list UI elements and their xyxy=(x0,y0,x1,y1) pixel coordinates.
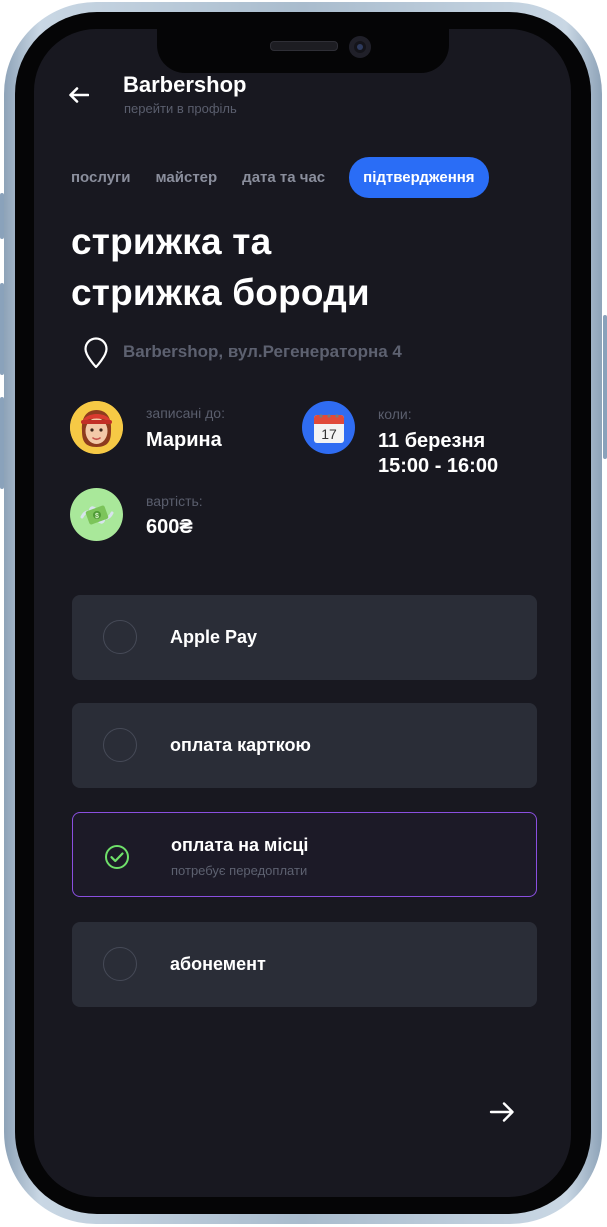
service-title-line: стрижка та xyxy=(71,221,272,262)
payment-option-label: Apple Pay xyxy=(170,627,258,647)
price-label: вартість: xyxy=(146,493,203,509)
speaker-grille xyxy=(270,41,338,51)
price-value: 600₴ xyxy=(146,516,193,538)
payment-option-label: оплата на місці xyxy=(171,835,309,855)
payment-option-label: оплата карткою xyxy=(170,735,311,755)
service-title-line: стрижка бороди xyxy=(71,272,370,313)
step-services[interactable]: послуги xyxy=(71,169,131,186)
service-title: стрижка та стрижка бороди xyxy=(71,216,531,318)
side-button xyxy=(0,193,4,239)
profile-link[interactable]: перейти в профіль xyxy=(124,101,237,116)
address-text: Barbershop, вул.Регенераторна 4 xyxy=(123,342,402,361)
step-date-time[interactable]: дата та час xyxy=(242,169,325,186)
header-title[interactable]: Barbershop xyxy=(123,72,246,98)
calendar-day-number: 17 xyxy=(321,426,337,442)
payment-option-apple-pay[interactable]: Apple Pay xyxy=(72,595,537,680)
svg-text:$: $ xyxy=(95,513,99,520)
next-arrow-icon[interactable] xyxy=(487,1097,517,1127)
side-button xyxy=(0,397,4,489)
calendar-icon: 17 xyxy=(313,413,344,443)
money-with-wings-icon: $ xyxy=(80,505,113,524)
back-arrow-icon[interactable] xyxy=(66,82,92,108)
step-master[interactable]: майстер xyxy=(156,169,218,186)
master-label: записані до: xyxy=(146,405,225,421)
side-button xyxy=(603,315,607,459)
booking-date: 11 березня xyxy=(378,430,486,452)
payment-option-card[interactable]: оплата карткою xyxy=(72,703,537,788)
radio-button[interactable] xyxy=(103,947,137,981)
radio-button[interactable] xyxy=(103,620,137,654)
price-badge: $ xyxy=(70,488,123,541)
payment-option-label: абонемент xyxy=(170,954,266,974)
calendar-badge: 17 xyxy=(302,401,355,454)
master-avatar xyxy=(70,401,123,454)
check-circle-icon[interactable] xyxy=(104,844,130,870)
payment-option-subscription[interactable]: абонемент xyxy=(72,922,537,1007)
payment-option-note: потребує передоплати xyxy=(171,863,308,878)
step-confirmation[interactable]: підтвердження xyxy=(349,157,489,198)
notch xyxy=(157,29,449,73)
master-name: Марина xyxy=(146,429,222,451)
payment-option-on-site[interactable]: оплата на місці потребує передоплати xyxy=(72,812,537,897)
booking-time: 15:00 - 16:00 xyxy=(378,455,499,477)
booking-steps: послуги майстер дата та час підтвердженн… xyxy=(71,157,489,198)
side-button xyxy=(0,283,4,375)
radio-button[interactable] xyxy=(103,728,137,762)
woman-avatar-icon xyxy=(70,401,123,454)
when-label: коли: xyxy=(378,406,412,422)
location-pin-icon xyxy=(82,337,110,369)
front-camera xyxy=(349,36,371,58)
